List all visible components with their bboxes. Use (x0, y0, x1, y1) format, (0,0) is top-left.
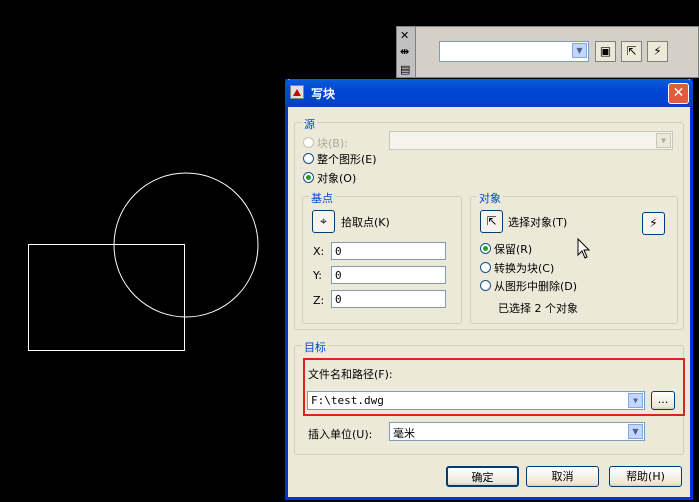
chevron-down-icon[interactable]: ▼ (628, 393, 643, 408)
quick-select-button[interactable]: ⚡ (642, 212, 665, 235)
radio-convert-to-block[interactable] (480, 262, 491, 273)
select-objects-button[interactable]: ⇱ (480, 210, 503, 233)
radio-convert-label: 转换为块(C) (494, 262, 555, 275)
file-path-combo[interactable]: F:\test.dwg ▼ (307, 391, 645, 410)
insert-units-label: 插入单位(U): (308, 428, 373, 441)
objects-group-label: 对象 (477, 190, 503, 206)
chevron-down-icon[interactable]: ▼ (628, 424, 643, 439)
x-label: X: (313, 245, 325, 258)
source-group-label: 源 (302, 116, 317, 132)
insert-units-value: 毫米 (393, 427, 415, 440)
file-path-value: F:\test.dwg (311, 394, 384, 407)
block-name-combo: ▼ (389, 131, 673, 150)
radio-objects-label: 对象(O) (317, 172, 357, 185)
chevron-down-icon[interactable]: ▼ (572, 43, 587, 58)
radio-entire-drawing-label: 整个图形(E) (317, 153, 377, 166)
palette-side-bar: ✕ ⇹ ▤ (397, 27, 416, 77)
dialog-titlebar[interactable]: 写块 ✕ (285, 79, 693, 107)
palette-close-icon[interactable]: ✕ (400, 29, 409, 42)
z-field[interactable] (331, 290, 446, 308)
palette-autohide-icon[interactable]: ⇹ (400, 45, 409, 58)
browse-button[interactable]: ... (651, 391, 675, 410)
pick-point-button[interactable]: ⌖ (312, 210, 335, 233)
pick-point-icon: ⌖ (320, 214, 327, 228)
radio-delete-from-drawing[interactable] (480, 280, 491, 291)
palette-properties-icon[interactable]: ▤ (400, 63, 410, 76)
y-field[interactable] (331, 266, 446, 284)
autocad-app-icon (290, 85, 304, 99)
quick-select-icon[interactable]: ⚡ (647, 41, 668, 62)
ok-button[interactable]: 确定 (446, 466, 519, 487)
palette-object-combo[interactable]: ▼ (439, 41, 589, 62)
basepoint-group-label: 基点 (309, 190, 335, 206)
radio-block (303, 137, 314, 148)
select-objects-icon: ⇱ (486, 214, 497, 228)
select-objects-label: 选择对象(T) (508, 216, 568, 229)
radio-objects[interactable] (303, 172, 314, 183)
toggle-pickadd-icon[interactable]: ▣ (595, 41, 616, 62)
pick-point-label: 拾取点(K) (341, 216, 390, 229)
quick-select-icon: ⚡ (649, 216, 658, 230)
x-field[interactable] (331, 242, 446, 260)
mouse-cursor-icon (577, 238, 591, 259)
cancel-button[interactable]: 取消 (526, 466, 599, 487)
z-label: Z: (313, 294, 325, 307)
properties-palette: ✕ ⇹ ▤ ▼ ▣ ⇱ ⚡ (396, 26, 699, 78)
close-button[interactable]: ✕ (668, 83, 689, 104)
radio-delete-label: 从图形中删除(D) (494, 280, 578, 293)
file-path-label: 文件名和路径(F): (308, 368, 393, 381)
radio-retain-label: 保留(R) (494, 243, 533, 256)
radio-retain[interactable] (480, 243, 491, 254)
destination-group-label: 目标 (302, 339, 328, 355)
dialog-title: 写块 (311, 87, 336, 101)
y-label: Y: (313, 269, 322, 282)
drawn-rectangle (28, 244, 185, 351)
select-objects-icon[interactable]: ⇱ (621, 41, 642, 62)
selection-status: 已选择 2 个对象 (498, 302, 578, 315)
radio-entire-drawing[interactable] (303, 153, 314, 164)
insert-units-combo[interactable]: 毫米 ▼ (389, 422, 645, 441)
chevron-down-icon: ▼ (656, 133, 671, 148)
help-button[interactable]: 帮助(H) (609, 466, 682, 487)
radio-block-label: 块(B): (317, 137, 348, 150)
